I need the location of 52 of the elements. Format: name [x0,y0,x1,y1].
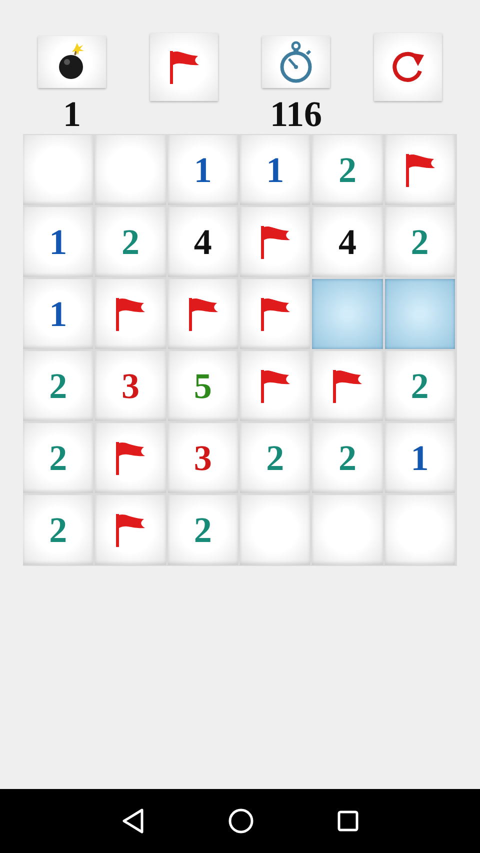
flagged-cell[interactable] [95,495,166,565]
recents-icon[interactable] [336,810,359,832]
flag-icon [114,513,146,547]
flag-icon [259,369,292,403]
mines-button[interactable] [38,36,106,88]
stopwatch-icon [279,41,313,83]
number-cell[interactable]: 3 [168,423,238,493]
flag-icon [114,297,146,331]
flagged-cell[interactable] [168,279,238,349]
number-cell[interactable]: 2 [312,423,383,493]
timer-button[interactable] [262,36,330,88]
number-cell[interactable]: 2 [384,351,455,421]
number-cell[interactable]: 4 [312,207,383,277]
number-cell[interactable]: 1 [23,207,94,277]
number-cell[interactable]: 2 [168,495,238,565]
number-cell[interactable]: 2 [23,423,94,493]
number-cell[interactable]: 2 [95,207,166,277]
number-cell[interactable]: 3 [95,351,166,421]
covered-cell[interactable] [312,279,383,349]
number-cell[interactable]: 1 [384,423,455,493]
flag-icon [259,297,292,331]
flagged-cell[interactable] [95,279,166,349]
number-cell[interactable]: 4 [168,207,238,277]
back-icon[interactable] [121,808,146,834]
flag-mode-button[interactable] [150,33,218,101]
number-cell[interactable]: 1 [168,135,238,205]
home-icon[interactable] [228,808,254,834]
covered-cell[interactable] [384,279,455,349]
number-cell[interactable]: 2 [240,423,310,493]
timer-count: 116 [270,94,322,134]
flagged-cell[interactable] [240,207,310,277]
flagged-cell[interactable] [95,423,166,493]
number-cell[interactable]: 2 [23,495,94,565]
restart-button[interactable] [374,33,442,101]
number-cell[interactable]: 2 [384,207,455,277]
flag-icon [331,369,364,403]
flag-icon [186,297,219,331]
flag-icon [259,225,292,259]
mine-count: 1 [63,94,81,134]
number-cell[interactable]: 2 [312,135,383,205]
flag-icon [404,153,436,187]
flagged-cell[interactable] [240,279,310,349]
number-cell[interactable]: 2 [23,351,94,421]
flagged-cell[interactable] [240,351,310,421]
flag-icon [114,441,146,475]
number-cell[interactable]: 1 [23,279,94,349]
number-cell[interactable]: 1 [240,135,310,205]
flagged-cell[interactable] [312,351,383,421]
restart-icon [390,49,426,85]
flagged-cell[interactable] [384,135,455,205]
flag-icon [168,50,200,84]
number-cell[interactable]: 5 [168,351,238,421]
